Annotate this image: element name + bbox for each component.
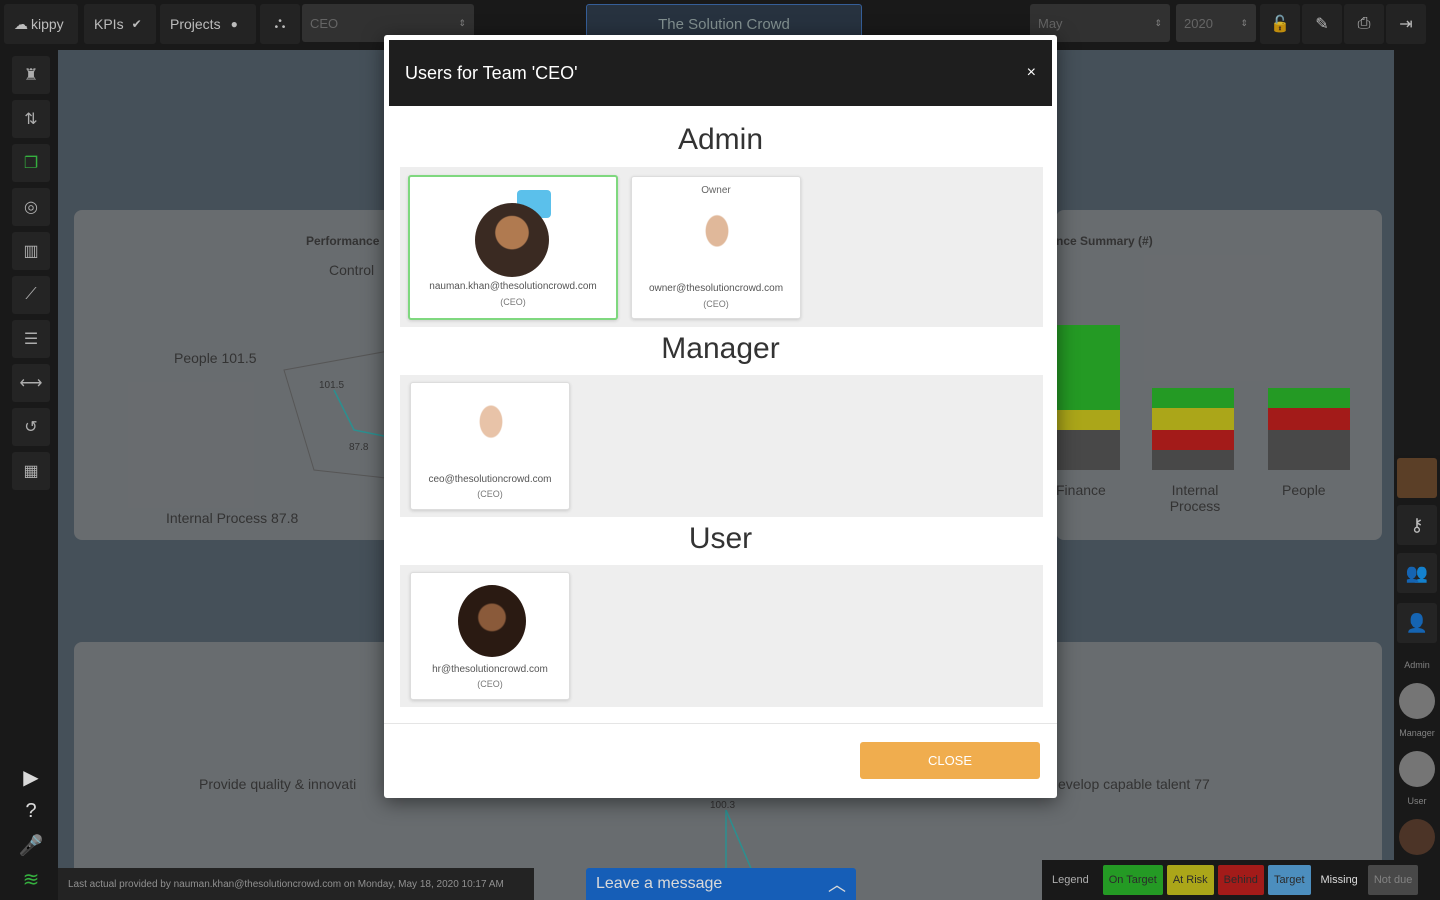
- user-section: hr@thesolutioncrowd.com (CEO): [400, 565, 1043, 707]
- close-button[interactable]: CLOSE: [860, 742, 1040, 779]
- user-team: (CEO): [477, 679, 503, 689]
- avatar: [475, 203, 549, 277]
- users-modal: Users for Team 'CEO' × Admin nauman.khan…: [384, 35, 1057, 798]
- user-email: nauman.khan@thesolutioncrowd.com: [429, 281, 597, 292]
- manager-section-title: Manager: [661, 332, 780, 365]
- user-team: (CEO): [703, 299, 729, 309]
- modal-title: Users for Team 'CEO': [405, 62, 578, 83]
- user-section-title: User: [688, 522, 753, 555]
- user-card[interactable]: Owner owner@thesolutioncrowd.com (CEO): [631, 176, 801, 319]
- modal-header: Users for Team 'CEO' ×: [389, 40, 1052, 106]
- admin-section-title: Admin: [677, 123, 764, 156]
- avatar: [682, 205, 752, 279]
- user-email: hr@thesolutioncrowd.com: [432, 664, 548, 675]
- close-icon[interactable]: ×: [1027, 64, 1036, 82]
- manager-section: ceo@thesolutioncrowd.com (CEO): [400, 375, 1043, 517]
- user-card[interactable]: nauman.khan@thesolutioncrowd.com (CEO): [408, 175, 618, 320]
- user-card[interactable]: ceo@thesolutioncrowd.com (CEO): [410, 382, 570, 510]
- avatar: [458, 585, 526, 657]
- modal-footer-divider: [384, 723, 1057, 724]
- user-team: (CEO): [477, 489, 503, 499]
- user-email: ceo@thesolutioncrowd.com: [428, 474, 552, 485]
- user-email: owner@thesolutioncrowd.com: [648, 283, 784, 294]
- admin-section: nauman.khan@thesolutioncrowd.com (CEO) O…: [400, 167, 1043, 327]
- avatar: [456, 395, 526, 471]
- owner-tag: Owner: [701, 185, 731, 196]
- user-card[interactable]: hr@thesolutioncrowd.com (CEO): [410, 572, 570, 700]
- user-team: (CEO): [500, 297, 526, 307]
